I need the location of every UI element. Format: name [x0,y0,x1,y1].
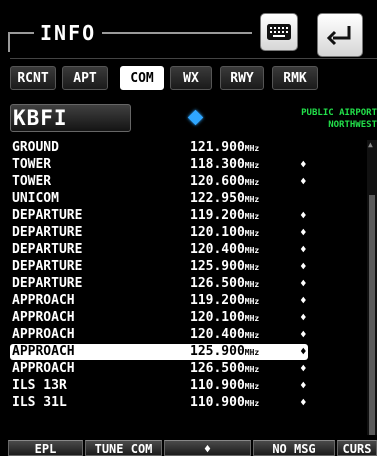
tab-apt[interactable]: APT [62,66,108,90]
list-item[interactable]: APPROACH 120.400MHz ♦ [10,327,367,343]
tab-rwy[interactable]: RWY [220,66,264,90]
enter-button[interactable] [317,13,363,57]
list-item[interactable]: DEPARTURE 119.200MHz ♦ [10,208,367,224]
diamond-icon: ♦ [300,396,307,409]
softkey-curs[interactable]: CURS [337,440,377,456]
page-title: INFO [34,21,103,45]
tab-rcnt[interactable]: RCNT [10,66,56,90]
list-item[interactable]: APPROACH 126.500MHz ♦ [10,361,367,377]
list-item[interactable]: UNICOM 122.950MHz [10,191,367,207]
list-item[interactable]: DEPARTURE 125.900MHz ♦ [10,259,367,275]
frame-bottom-line [10,58,377,59]
list-item[interactable]: ILS 13R 110.900MHz ♦ [10,378,367,394]
diamond-icon: ♦ [300,328,307,341]
frame-left-line [8,32,10,52]
list-item[interactable]: APPROACH 120.100MHz ♦ [10,310,367,326]
softkey-no-msg[interactable]: NO MSG [253,440,335,456]
tab-wx[interactable]: WX [170,66,212,90]
tab-com[interactable]: COM [120,66,164,90]
diamond-icon [187,109,204,126]
diamond-icon: ♦ [300,362,307,375]
enter-return-icon [326,26,351,46]
softkey-diamond[interactable]: ♦ [164,440,251,456]
list-item[interactable]: DEPARTURE 126.500MHz ♦ [10,276,367,292]
list-item[interactable]: ILS 31L 110.900MHz ♦ [10,395,367,411]
info-tabs: RCNT APT COM WX RWY RMK [10,66,377,92]
diamond-icon: ♦ [300,277,307,290]
list-item[interactable]: DEPARTURE 120.100MHz ♦ [10,225,367,241]
airport-region: NORTHWEST [328,120,377,130]
diamond-icon: ♦ [300,175,307,188]
airport-type: PUBLIC AIRPORT [301,108,377,118]
diamond-icon: ♦ [300,226,307,239]
diamond-icon: ♦ [300,209,307,222]
keyboard-icon [267,24,291,40]
diamond-icon: ♦ [300,379,307,392]
airport-info-text: PUBLIC AIRPORT NORTHWEST [257,107,377,131]
diamond-icon: ♦ [300,294,307,307]
scrollbar-thumb[interactable] [369,195,375,435]
list-item[interactable]: DEPARTURE 120.400MHz ♦ [10,242,367,258]
diamond-icon: ♦ [300,311,307,324]
softkey-fpl[interactable]: EPL [8,440,83,456]
diamond-icon: ♦ [300,243,307,256]
list-item[interactable]: TOWER 118.300MHz ♦ [10,157,367,173]
frequency-list: GROUND 121.900MHz TOWER 118.300MHz ♦ TOWER 1… [10,140,367,435]
keyboard-button[interactable] [260,13,298,51]
scrollbar[interactable]: ▲ [367,140,377,435]
softkey-tune-com[interactable]: TUNE COM [85,440,162,456]
airport-ident-field[interactable]: KBFI [10,104,131,132]
scroll-up-arrow-icon[interactable]: ▲ [368,140,373,149]
list-item[interactable]: TOWER 120.600MHz ♦ [10,174,367,190]
diamond-icon: ♦ [300,158,307,171]
tab-rmk[interactable]: RMK [272,66,318,90]
list-item[interactable]: APPROACH 119.200MHz ♦ [10,293,367,309]
diamond-icon: ♦ [300,260,307,273]
list-item-selected[interactable]: APPROACH 125.900MHz ♦ [10,344,308,360]
list-item[interactable]: GROUND 121.900MHz [10,140,367,156]
softkey-bar: EPL TUNE COM ♦ NO MSG CURS [0,440,377,456]
diamond-icon: ♦ [300,345,307,358]
